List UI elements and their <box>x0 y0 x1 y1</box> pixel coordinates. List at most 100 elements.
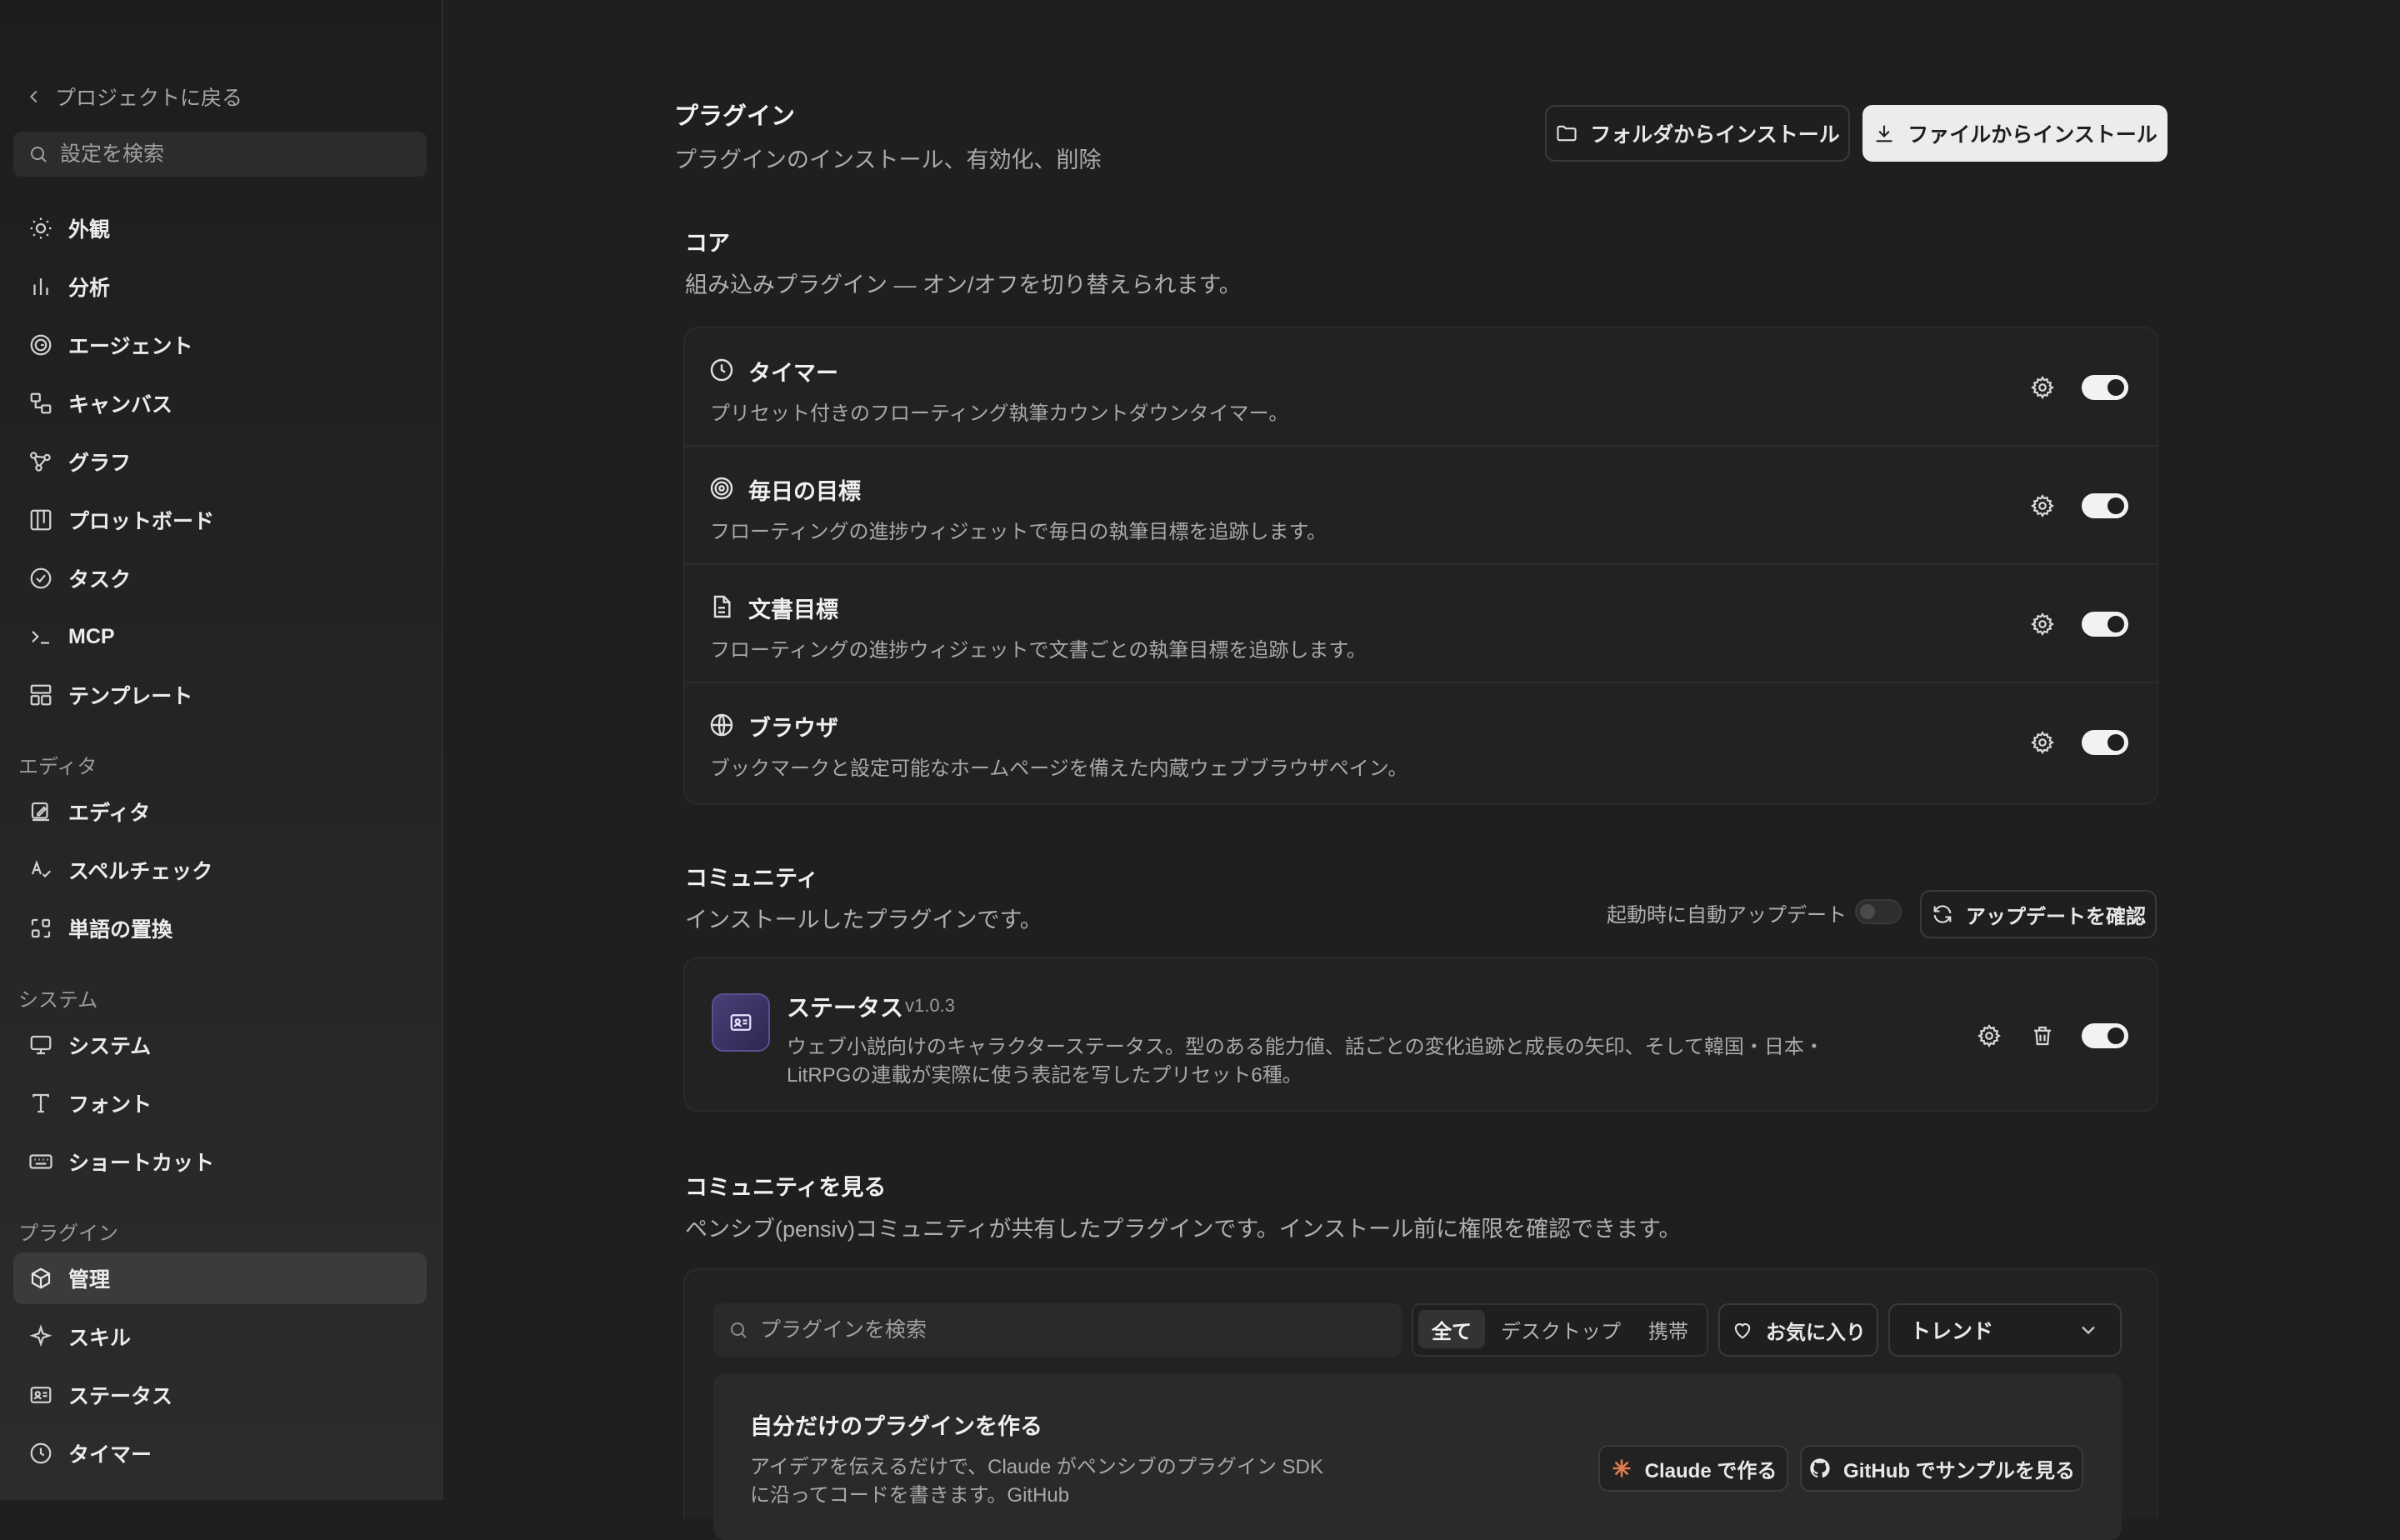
sidebar-item-label: ステータス <box>68 1385 173 1408</box>
sidebar-item-label: 単語の置換 <box>68 918 173 942</box>
claude-spark-icon <box>1612 1459 1631 1478</box>
back-label: プロジェクトに戻る <box>55 87 243 110</box>
filter-mobile[interactable]: 携帯 <box>1635 1310 1702 1348</box>
sort-value: トレンド <box>1910 1320 1994 1343</box>
core-plugins-card: タイマー プリセット付きのフローティング執筆カウントダウンタイマー。 毎日の目標… <box>683 327 2158 805</box>
install-from-file-button[interactable]: ファイルからインストール <box>1862 105 2168 162</box>
filter-all[interactable]: 全て <box>1418 1310 1485 1348</box>
sidebar-item-templates[interactable]: テンプレート <box>13 669 427 721</box>
plugin-search-input[interactable] <box>758 1317 1395 1343</box>
browse-section-title: コミュニティを見る <box>685 1175 887 1200</box>
favorites-label: お気に入り <box>1766 1321 1866 1344</box>
sidebar-item-canvas[interactable]: キャンバス <box>13 378 427 429</box>
auto-update-label: 起動時に自動アップデート <box>1607 904 1847 927</box>
plugin-description: ブックマークと設定可能なホームページを備えた内蔵ウェブブラウザペイン。 <box>710 758 1408 780</box>
sidebar-item-label: 分析 <box>68 277 111 300</box>
plugin-version: v1.0.3 <box>905 995 955 1016</box>
check-updates-button[interactable]: アップデートを確認 <box>1920 890 2157 938</box>
id-card-icon <box>30 1387 52 1403</box>
favorites-button[interactable]: お気に入り <box>1718 1303 1878 1357</box>
gear-icon[interactable] <box>1977 1023 2002 1048</box>
sidebar-item-manage[interactable]: 管理 <box>13 1252 427 1304</box>
monitor-icon <box>30 1035 52 1055</box>
sidebar-item-label: スペルチェック <box>68 860 213 883</box>
sidebar-item-graph[interactable]: グラフ <box>13 436 427 488</box>
sidebar-item-skills[interactable]: スキル <box>13 1311 427 1362</box>
plugin-description-line1: ウェブ小説向けのキャラクターステータス。型のある能力値、話ごとの変化追跡と成長の… <box>787 1036 1824 1058</box>
gear-icon[interactable] <box>2030 375 2055 400</box>
view-github-samples-button[interactable]: GitHub でサンプルを見る <box>1800 1445 2083 1492</box>
sparkle-icon <box>29 1324 52 1348</box>
community-section-title: コミュニティ <box>685 866 819 891</box>
sidebar-item-appearance[interactable]: 外観 <box>13 202 427 254</box>
status-plugin-toggle[interactable] <box>2082 1023 2128 1048</box>
sidebar-item-analytics[interactable]: 分析 <box>13 261 427 312</box>
plugin-description-line2: LitRPGの連載が実際に使う表記を写したプリセット6種。 <box>787 1064 1302 1087</box>
sidebar-item-timer[interactable]: タイマー <box>13 1428 427 1479</box>
page-description: プラグインのインストール、有効化、削除 <box>674 148 1102 172</box>
core-plugin-row-timer: タイマー プリセット付きのフローティング執筆カウントダウンタイマー。 <box>685 328 2157 447</box>
gear-icon[interactable] <box>2030 612 2055 637</box>
auto-update-toggle[interactable] <box>1855 899 1902 924</box>
daily-goal-toggle[interactable] <box>2082 493 2128 518</box>
sidebar-item-label: タイマー <box>68 1443 152 1467</box>
sidebar-section-editor: エディタ <box>18 756 98 778</box>
sidebar-item-plotboard[interactable]: プロットボード <box>13 494 427 546</box>
sun-icon <box>30 218 52 239</box>
install-from-folder-button[interactable]: フォルダからインストール <box>1545 105 1850 162</box>
browser-toggle[interactable] <box>2082 730 2128 755</box>
sidebar-item-label: 外観 <box>68 218 111 242</box>
github-icon <box>1810 1458 1830 1478</box>
template-icon <box>30 684 52 706</box>
sidebar-item-label: MCP <box>68 624 115 648</box>
sidebar-item-label: テンプレート <box>68 685 193 708</box>
sidebar-item-label: システム <box>68 1035 152 1058</box>
spiral-icon <box>30 334 52 356</box>
plugin-name: ステータス <box>787 995 904 1021</box>
sidebar-item-mcp[interactable]: MCP <box>13 611 427 662</box>
check-updates-label: アップデートを確認 <box>1966 905 2146 928</box>
filter-desktop[interactable]: デスクトップ <box>1490 1310 1632 1348</box>
document-goal-toggle[interactable] <box>2082 612 2128 637</box>
page-title: プラグイン <box>674 103 796 130</box>
check-circle-icon <box>30 568 52 589</box>
browse-section-description: ペンシブ(pensiv)コミュニティが共有したプラグインです。インストール前に権… <box>685 1217 1682 1242</box>
globe-icon <box>710 713 733 737</box>
trash-icon[interactable] <box>2030 1023 2055 1048</box>
graph-icon <box>30 452 51 472</box>
clock-icon <box>710 358 733 382</box>
sidebar-item-word-replace[interactable]: 単語の置換 <box>13 902 427 954</box>
sidebar-item-tasks[interactable]: タスク <box>13 552 427 604</box>
sidebar-item-shortcuts[interactable]: ショートカット <box>13 1136 427 1188</box>
type-icon <box>32 1093 49 1113</box>
sidebar-item-label: エージェント <box>68 335 193 358</box>
sidebar-item-status[interactable]: ステータス <box>13 1369 427 1421</box>
core-plugin-row-daily-goal: 毎日の目標 フローティングの進捗ウィジェットで毎日の執筆目標を追跡します。 <box>685 447 2157 565</box>
install-folder-label: フォルダからインストール <box>1590 123 1840 147</box>
plugin-search[interactable] <box>713 1303 1402 1357</box>
github-button-label: GitHub でサンプルを見る <box>1843 1459 2075 1482</box>
sidebar-item-system[interactable]: システム <box>13 1019 427 1071</box>
create-with-claude-button[interactable]: Claude で作る <box>1598 1445 1788 1492</box>
sidebar-item-spellcheck[interactable]: スペルチェック <box>13 844 427 896</box>
sidebar-item-agent[interactable]: エージェント <box>13 319 427 371</box>
settings-search-input[interactable] <box>58 141 412 168</box>
sidebar-item-label: タスク <box>68 568 132 592</box>
plugin-name: 毎日の目標 <box>748 479 861 504</box>
back-to-project-link[interactable]: プロジェクトに戻る <box>25 80 242 113</box>
plugin-name: ブラウザ <box>748 716 838 741</box>
gear-icon[interactable] <box>2030 730 2055 755</box>
chevron-left-icon <box>29 90 38 103</box>
sort-select[interactable]: トレンド <box>1888 1303 2122 1357</box>
sidebar-item-editor[interactable]: エディタ <box>13 786 427 838</box>
refresh-icon <box>1933 905 1952 923</box>
board-icon <box>30 509 52 531</box>
sidebar-item-fonts[interactable]: フォント <box>13 1078 427 1129</box>
keyboard-icon <box>29 1154 52 1169</box>
gear-icon[interactable] <box>2030 493 2055 518</box>
install-file-label: ファイルからインストール <box>1908 123 2158 147</box>
sidebar-item-label: スキル <box>68 1327 132 1350</box>
sidebar-item-label: 管理 <box>68 1268 111 1292</box>
settings-search[interactable] <box>13 132 427 177</box>
timer-toggle[interactable] <box>2082 375 2128 400</box>
